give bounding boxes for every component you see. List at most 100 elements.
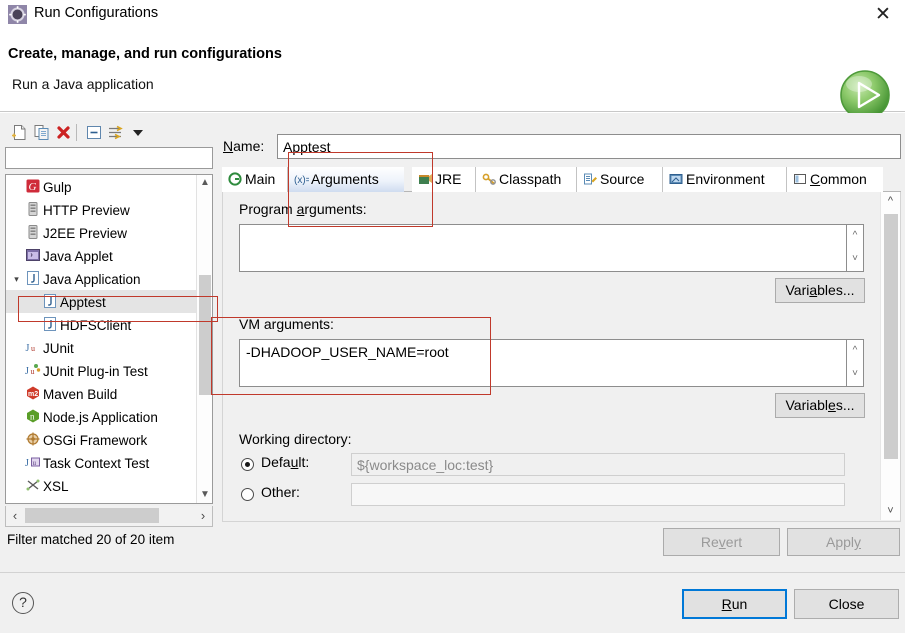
working-directory-other-value[interactable]	[351, 483, 845, 506]
new-configuration-icon[interactable]	[10, 123, 30, 142]
toolbar-separator	[76, 124, 77, 141]
tree-item-task-context-test[interactable]: Ju Task Context Test	[6, 451, 198, 474]
dialog-body: G Gulp HTTP Preview J2EE Preview Java Applet…	[0, 113, 905, 572]
tree-horizontal-scrollbar[interactable]: ‹ ›	[5, 506, 213, 527]
sidebar-toolbar	[4, 120, 216, 145]
classpath-tab-icon	[482, 172, 499, 186]
tab-common[interactable]: Common	[787, 167, 883, 192]
view-menu-chevron-down-icon[interactable]	[128, 123, 148, 142]
configurations-tree[interactable]: G Gulp HTTP Preview J2EE Preview Java Applet…	[5, 174, 213, 504]
scroll-left-icon[interactable]: ‹	[6, 506, 24, 525]
program-arguments-label: Program arguments:	[239, 201, 367, 217]
question-mark-icon[interactable]: ?	[12, 592, 34, 614]
tab-jre[interactable]: JRE	[412, 167, 476, 192]
tab-main-label: Main	[245, 171, 276, 187]
collapse-all-icon[interactable]	[84, 123, 104, 142]
vm-arguments-variables-button[interactable]: Variables...	[775, 393, 865, 418]
filter-input[interactable]	[5, 147, 213, 169]
run-button[interactable]: Run	[682, 589, 787, 619]
tree-scrollbar-thumb[interactable]	[199, 275, 211, 395]
scroll-up-icon[interactable]: ▲	[197, 175, 212, 191]
title-bar: Run Configurations ✕	[0, 0, 905, 30]
configuration-tabs: Main (x)= Arguments JRE Classpath Source…	[222, 167, 901, 192]
name-input[interactable]	[277, 134, 901, 159]
vm-arguments-label: VM arguments:	[239, 316, 334, 332]
tree-item-osgi-framework[interactable]: OSGi Framework	[6, 428, 198, 451]
duplicate-configuration-icon[interactable]	[32, 123, 52, 142]
vm-arguments-spinner[interactable]: ^ ˅	[847, 339, 864, 387]
program-arguments-input[interactable]	[239, 224, 847, 272]
revert-button[interactable]: Revert	[663, 528, 780, 556]
spinner-down-icon[interactable]: ˅	[847, 363, 863, 386]
working-directory-default-radio[interactable]	[241, 458, 254, 471]
tree-item-label: JUnit Plug-in Test	[43, 363, 148, 379]
spinner-down-icon[interactable]: ˅	[847, 248, 863, 271]
svg-text:J: J	[25, 458, 29, 469]
tree-item-java-applet[interactable]: Java Applet	[6, 244, 198, 267]
apply-revert-row: Revert Apply	[220, 528, 901, 560]
working-directory-default-label: Default:	[261, 454, 310, 470]
svg-text:n: n	[30, 412, 35, 422]
vm-arguments-input[interactable]	[239, 339, 847, 387]
tree-item-junit-plug-in-test[interactable]: Ju JUnit Plug-in Test	[6, 359, 198, 382]
scroll-down-icon[interactable]: ˅	[881, 502, 900, 520]
tab-source-label: Source	[600, 171, 645, 187]
source-tab-icon	[583, 172, 600, 186]
arguments-tab-icon: (x)=	[294, 172, 311, 186]
tree-item-node-js-application[interactable]: n Node.js Application	[6, 405, 198, 428]
junit-icon: Ju	[25, 339, 43, 355]
tab-source[interactable]: Source	[577, 167, 663, 192]
tab-environment-label: Environment	[686, 171, 765, 187]
tree-item-label: Apptest	[60, 294, 106, 310]
page-title: Create, manage, and run configurations	[8, 46, 282, 62]
filter-icon[interactable]	[106, 123, 126, 142]
program-arguments-spinner[interactable]: ^ ˅	[847, 224, 864, 272]
working-directory-other-radio[interactable]	[241, 488, 254, 501]
tree-item-label: J2EE Preview	[43, 225, 128, 241]
tab-environment[interactable]: Environment	[663, 167, 787, 192]
scroll-right-icon[interactable]: ›	[194, 506, 212, 525]
tab-classpath-label: Classpath	[499, 171, 562, 187]
tab-classpath[interactable]: Classpath	[476, 167, 577, 192]
tree-item-hdfsclient[interactable]: HDFSClient	[6, 313, 198, 336]
working-directory-label: Working directory:	[239, 431, 352, 447]
tree-item-xsl[interactable]: XSL	[6, 474, 198, 497]
tab-arguments[interactable]: (x)= Arguments	[288, 167, 404, 192]
run-configurations-dialog: Run Configurations ✕ Create, manage, and…	[0, 0, 905, 633]
tree-item-junit[interactable]: Ju JUnit	[6, 336, 198, 359]
server-icon	[25, 224, 43, 240]
task-context-icon: Ju	[25, 454, 43, 470]
program-arguments-variables-button[interactable]: Variables...	[775, 278, 865, 303]
svg-text:m2: m2	[28, 391, 38, 398]
tree-item-apptest[interactable]: Apptest	[6, 290, 198, 313]
chevron-down-icon[interactable]: ▾	[8, 268, 25, 291]
tree-item-j2ee-preview[interactable]: J2EE Preview	[6, 221, 198, 244]
panel-scrollbar-thumb[interactable]	[884, 214, 898, 459]
apply-button[interactable]: Apply	[787, 528, 900, 556]
nodejs-icon: n	[25, 408, 43, 424]
tree-item-label: Task Context Test	[43, 455, 150, 471]
panel-vertical-scrollbar[interactable]: ^ ˅	[880, 192, 900, 520]
close-button[interactable]: Close	[794, 589, 899, 619]
scroll-up-icon[interactable]: ^	[881, 192, 900, 210]
tree-item-maven-build[interactable]: m2 Maven Build	[6, 382, 198, 405]
jre-tab-icon	[418, 172, 435, 186]
tab-main[interactable]: Main	[222, 167, 288, 192]
working-directory-other-label: Other:	[261, 484, 300, 500]
tree-item-java-application[interactable]: ▾ Java Application	[6, 267, 198, 290]
spinner-up-icon[interactable]: ^	[847, 225, 863, 248]
delete-configuration-icon[interactable]	[54, 123, 74, 142]
tree-item-http-preview[interactable]: HTTP Preview	[6, 198, 198, 221]
tree-item-gulp[interactable]: G Gulp	[6, 175, 198, 198]
configuration-editor: Name: Main (x)= Arguments	[220, 120, 901, 565]
svg-text:u: u	[33, 459, 37, 467]
server-icon	[25, 201, 43, 217]
tree-hscrollbar-thumb[interactable]	[25, 508, 159, 523]
tree-vertical-scrollbar[interactable]: ▲ ▼	[196, 175, 212, 503]
close-icon[interactable]: ✕	[871, 4, 895, 26]
name-row: Name:	[220, 134, 901, 160]
tree-item-label: HTTP Preview	[43, 202, 130, 218]
scroll-down-icon[interactable]: ▼	[197, 487, 212, 503]
spinner-up-icon[interactable]: ^	[847, 340, 863, 363]
dialog-footer: ? Run Close	[0, 572, 905, 633]
